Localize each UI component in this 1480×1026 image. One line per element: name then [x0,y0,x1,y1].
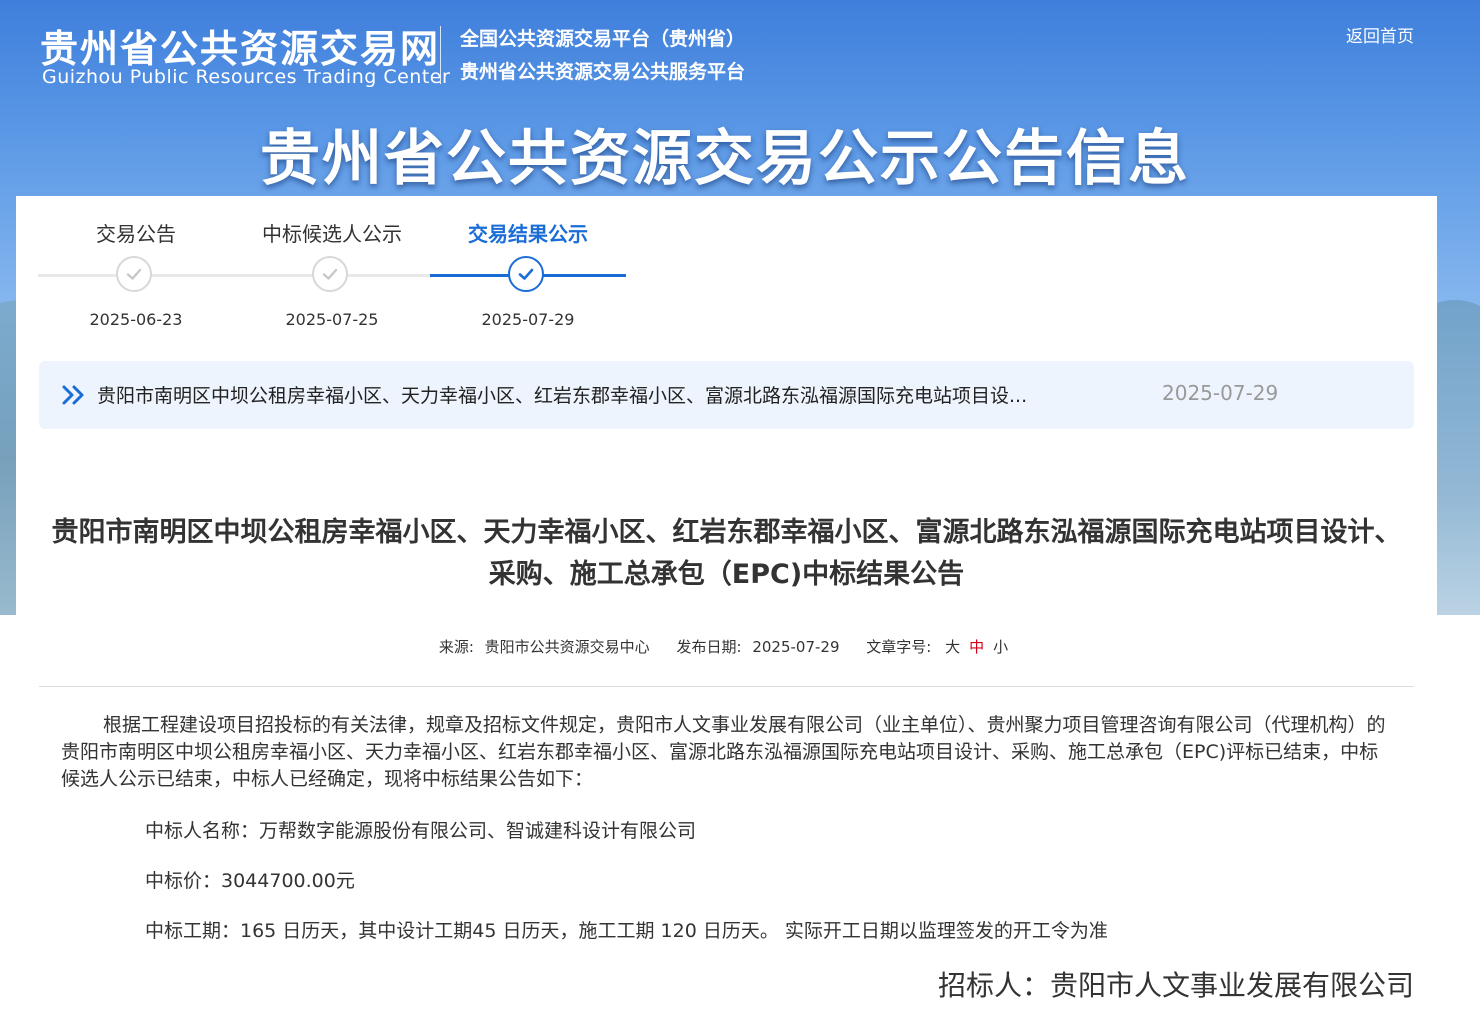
step-date: 2025-07-25 [285,310,379,329]
font-size-large-button[interactable]: 大 [945,638,960,656]
step-label: 交易结果公示 [468,222,588,246]
site-logo-cn[interactable]: 贵州省公共资源交易网 [40,18,440,73]
step-result-notice[interactable]: 交易结果公示 2025-07-29 [430,196,626,346]
date-value: 2025-07-29 [752,638,840,656]
article-meta: 来源: 贵阳市公共资源交易中心 发布日期: 2025-07-29 文章字号: 大… [16,636,1437,657]
article-title-line-2: 采购、施工总承包（EPC)中标结果公告 [488,559,965,590]
step-candidate-notice[interactable]: 中标候选人公示 2025-07-25 [234,196,430,346]
contract-period: 中标工期：165 日历天，其中设计工期45 日历天，施工工期 120 日历天。 … [145,920,1108,942]
content-card: 交易公告 2025-06-23 中标候选人公示 2025-07-25 交易结果公… [16,196,1437,1026]
step-label: 中标候选人公示 [262,222,402,246]
platform-name-1: 全国公共资源交易平台（贵州省） [460,28,746,50]
check-circle-icon [116,256,152,292]
meta-divider [39,686,1414,687]
step-date: 2025-07-29 [481,310,575,329]
notice-item[interactable]: 贵阳市南明区中坝公租房幸福小区、天力幸福小区、红岩东郡幸福小区、富源北路东泓福源… [39,361,1414,429]
font-size-small-button[interactable]: 小 [993,638,1008,656]
fontsize-label: 文章字号: [866,638,932,656]
step-trade-notice[interactable]: 交易公告 2025-06-23 [38,196,234,346]
check-circle-icon [508,256,544,292]
winning-price: 中标价：3044700.00元 [145,870,355,892]
banner-title: 贵州省公共资源交易公示公告信息 [260,124,1190,194]
source-label: 来源: [438,638,474,656]
notice-title-link[interactable]: 贵阳市南明区中坝公租房幸福小区、天力幸福小区、红岩东郡幸福小区、富源北路东泓福源… [97,381,1117,408]
notice-date: 2025-07-29 [1162,381,1279,405]
winner-name: 中标人名称：万帮数字能源股份有限公司、智诚建科设计有限公司 [145,820,697,842]
step-date: 2025-06-23 [89,310,183,329]
check-circle-icon [312,256,348,292]
date-label: 发布日期: [676,638,742,656]
tenderer-signature: 招标人：贵阳市人文事业发展有限公司 [937,969,1414,1002]
article-title-line-1: 贵阳市南明区中坝公租房幸福小区、天力幸福小区、红岩东郡幸福小区、富源北路东泓福源… [51,517,1402,548]
progress-steps: 交易公告 2025-06-23 中标候选人公示 2025-07-25 交易结果公… [38,196,638,346]
article-paragraph: 根据工程建设项目招投标的有关法律，规章及招标文件规定，贵阳市人文事业发展有限公司… [61,714,1386,790]
site-logo-en: Guizhou Public Resources Trading Center [42,66,451,88]
double-chevron-right-icon [61,383,87,407]
platform-name-2: 贵州省公共资源交易公共服务平台 [460,61,746,83]
logo-divider [440,26,441,84]
source-value: 贵阳市公共资源交易中心 [484,638,650,656]
font-size-medium-button[interactable]: 中 [969,638,984,656]
step-label: 交易公告 [96,222,176,246]
article-title: 贵阳市南明区中坝公租房幸福小区、天力幸福小区、红岩东郡幸福小区、富源北路东泓福源… [34,512,1419,596]
home-link[interactable]: 返回首页 [1346,22,1414,47]
